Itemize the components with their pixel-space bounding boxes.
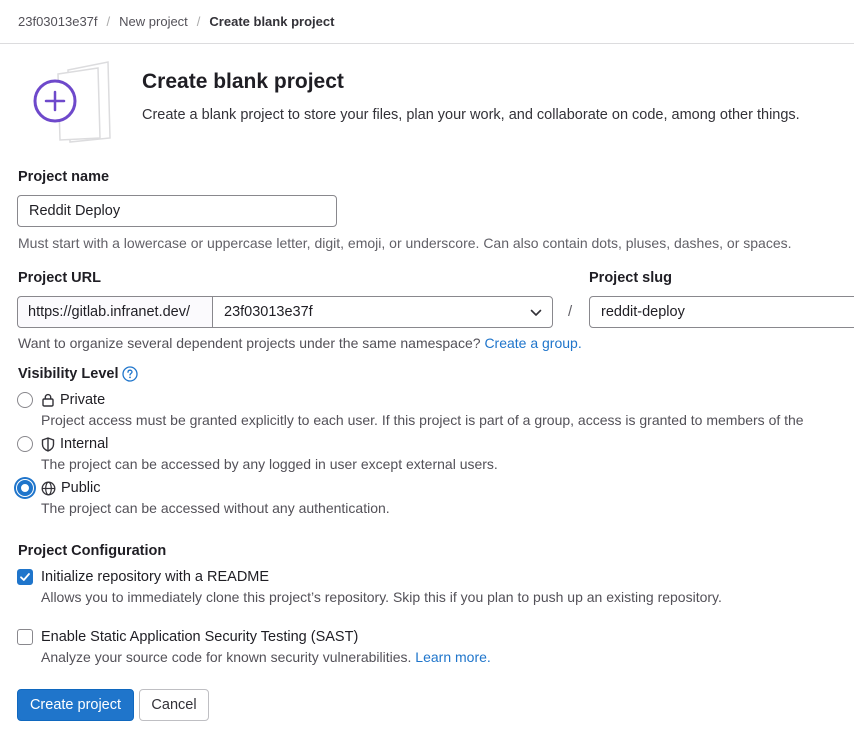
visibility-label: Visibility Level [18,366,119,382]
cancel-button[interactable]: Cancel [139,689,209,721]
project-url-help-text: Want to organize several dependent proje… [18,335,481,351]
visibility-public-radio[interactable] [17,480,33,496]
visibility-internal-label: Internal [60,436,109,452]
question-icon[interactable] [122,366,139,382]
configuration-label: Project Configuration [18,543,167,559]
readme-desc: Allows you to immediately clone this pro… [41,589,722,605]
breadcrumb-separator: / [196,13,201,29]
project-url-prefix: https://gitlab.infranet.dev/ [17,296,213,328]
page-description: Create a blank project to store your fil… [142,107,800,123]
visibility-internal-radio[interactable] [17,436,33,452]
project-name-input[interactable]: Reddit Deploy [17,195,337,227]
page-title: Create blank project [142,70,344,93]
globe-icon [41,481,56,495]
learn-more-link[interactable]: Learn more. [415,649,490,665]
visibility-internal-option[interactable]: Internal [41,436,108,452]
visibility-public-label: Public [61,480,101,496]
readme-checkbox[interactable] [17,569,33,585]
visibility-private-desc: Project access must be granted explicitl… [41,412,804,428]
breadcrumb-namespace[interactable]: 23f03013e37f [18,14,98,29]
sast-desc-text: Analyze your source code for known secur… [41,649,412,665]
visibility-heading: Visibility Level [18,366,139,382]
checkmark-icon [20,573,30,581]
namespace-select[interactable]: 23f03013e37f [212,296,553,328]
header-divider [0,43,854,44]
sast-option-label[interactable]: Enable Static Application Security Testi… [41,629,358,645]
project-name-help: Must start with a lowercase or uppercase… [18,235,792,251]
chevron-down-icon [530,309,542,316]
sast-desc: Analyze your source code for known secur… [41,649,491,665]
shield-icon [41,436,55,452]
project-name-label: Project name [18,169,110,185]
visibility-private-option[interactable]: Private [41,392,105,408]
visibility-public-option[interactable]: Public [41,480,101,496]
project-url-help: Want to organize several dependent proje… [18,335,582,351]
project-slug-input[interactable]: reddit-deploy [589,296,854,328]
visibility-internal-desc: The project can be accessed by any logge… [41,456,498,472]
visibility-private-radio[interactable] [17,392,33,408]
sast-checkbox[interactable] [17,629,33,645]
breadcrumb-current[interactable]: Create blank project [209,14,334,29]
create-group-link[interactable]: Create a group. [484,335,581,351]
readme-option-label[interactable]: Initialize repository with a README [41,569,269,585]
blank-project-illustration [33,61,111,143]
project-slug-label: Project slug [589,270,672,286]
namespace-select-value: 23f03013e37f [224,304,313,320]
breadcrumb-new-project[interactable]: New project [119,14,188,29]
lock-icon [42,393,54,407]
project-url-label: Project URL [18,270,101,286]
visibility-private-label: Private [60,392,106,408]
url-slug-separator: / [568,303,573,320]
breadcrumb: 23f03013e37f / New project / Create blan… [18,12,334,30]
breadcrumb-separator: / [106,13,111,29]
visibility-public-desc: The project can be accessed without any … [41,500,390,516]
create-project-button[interactable]: Create project [17,689,134,721]
